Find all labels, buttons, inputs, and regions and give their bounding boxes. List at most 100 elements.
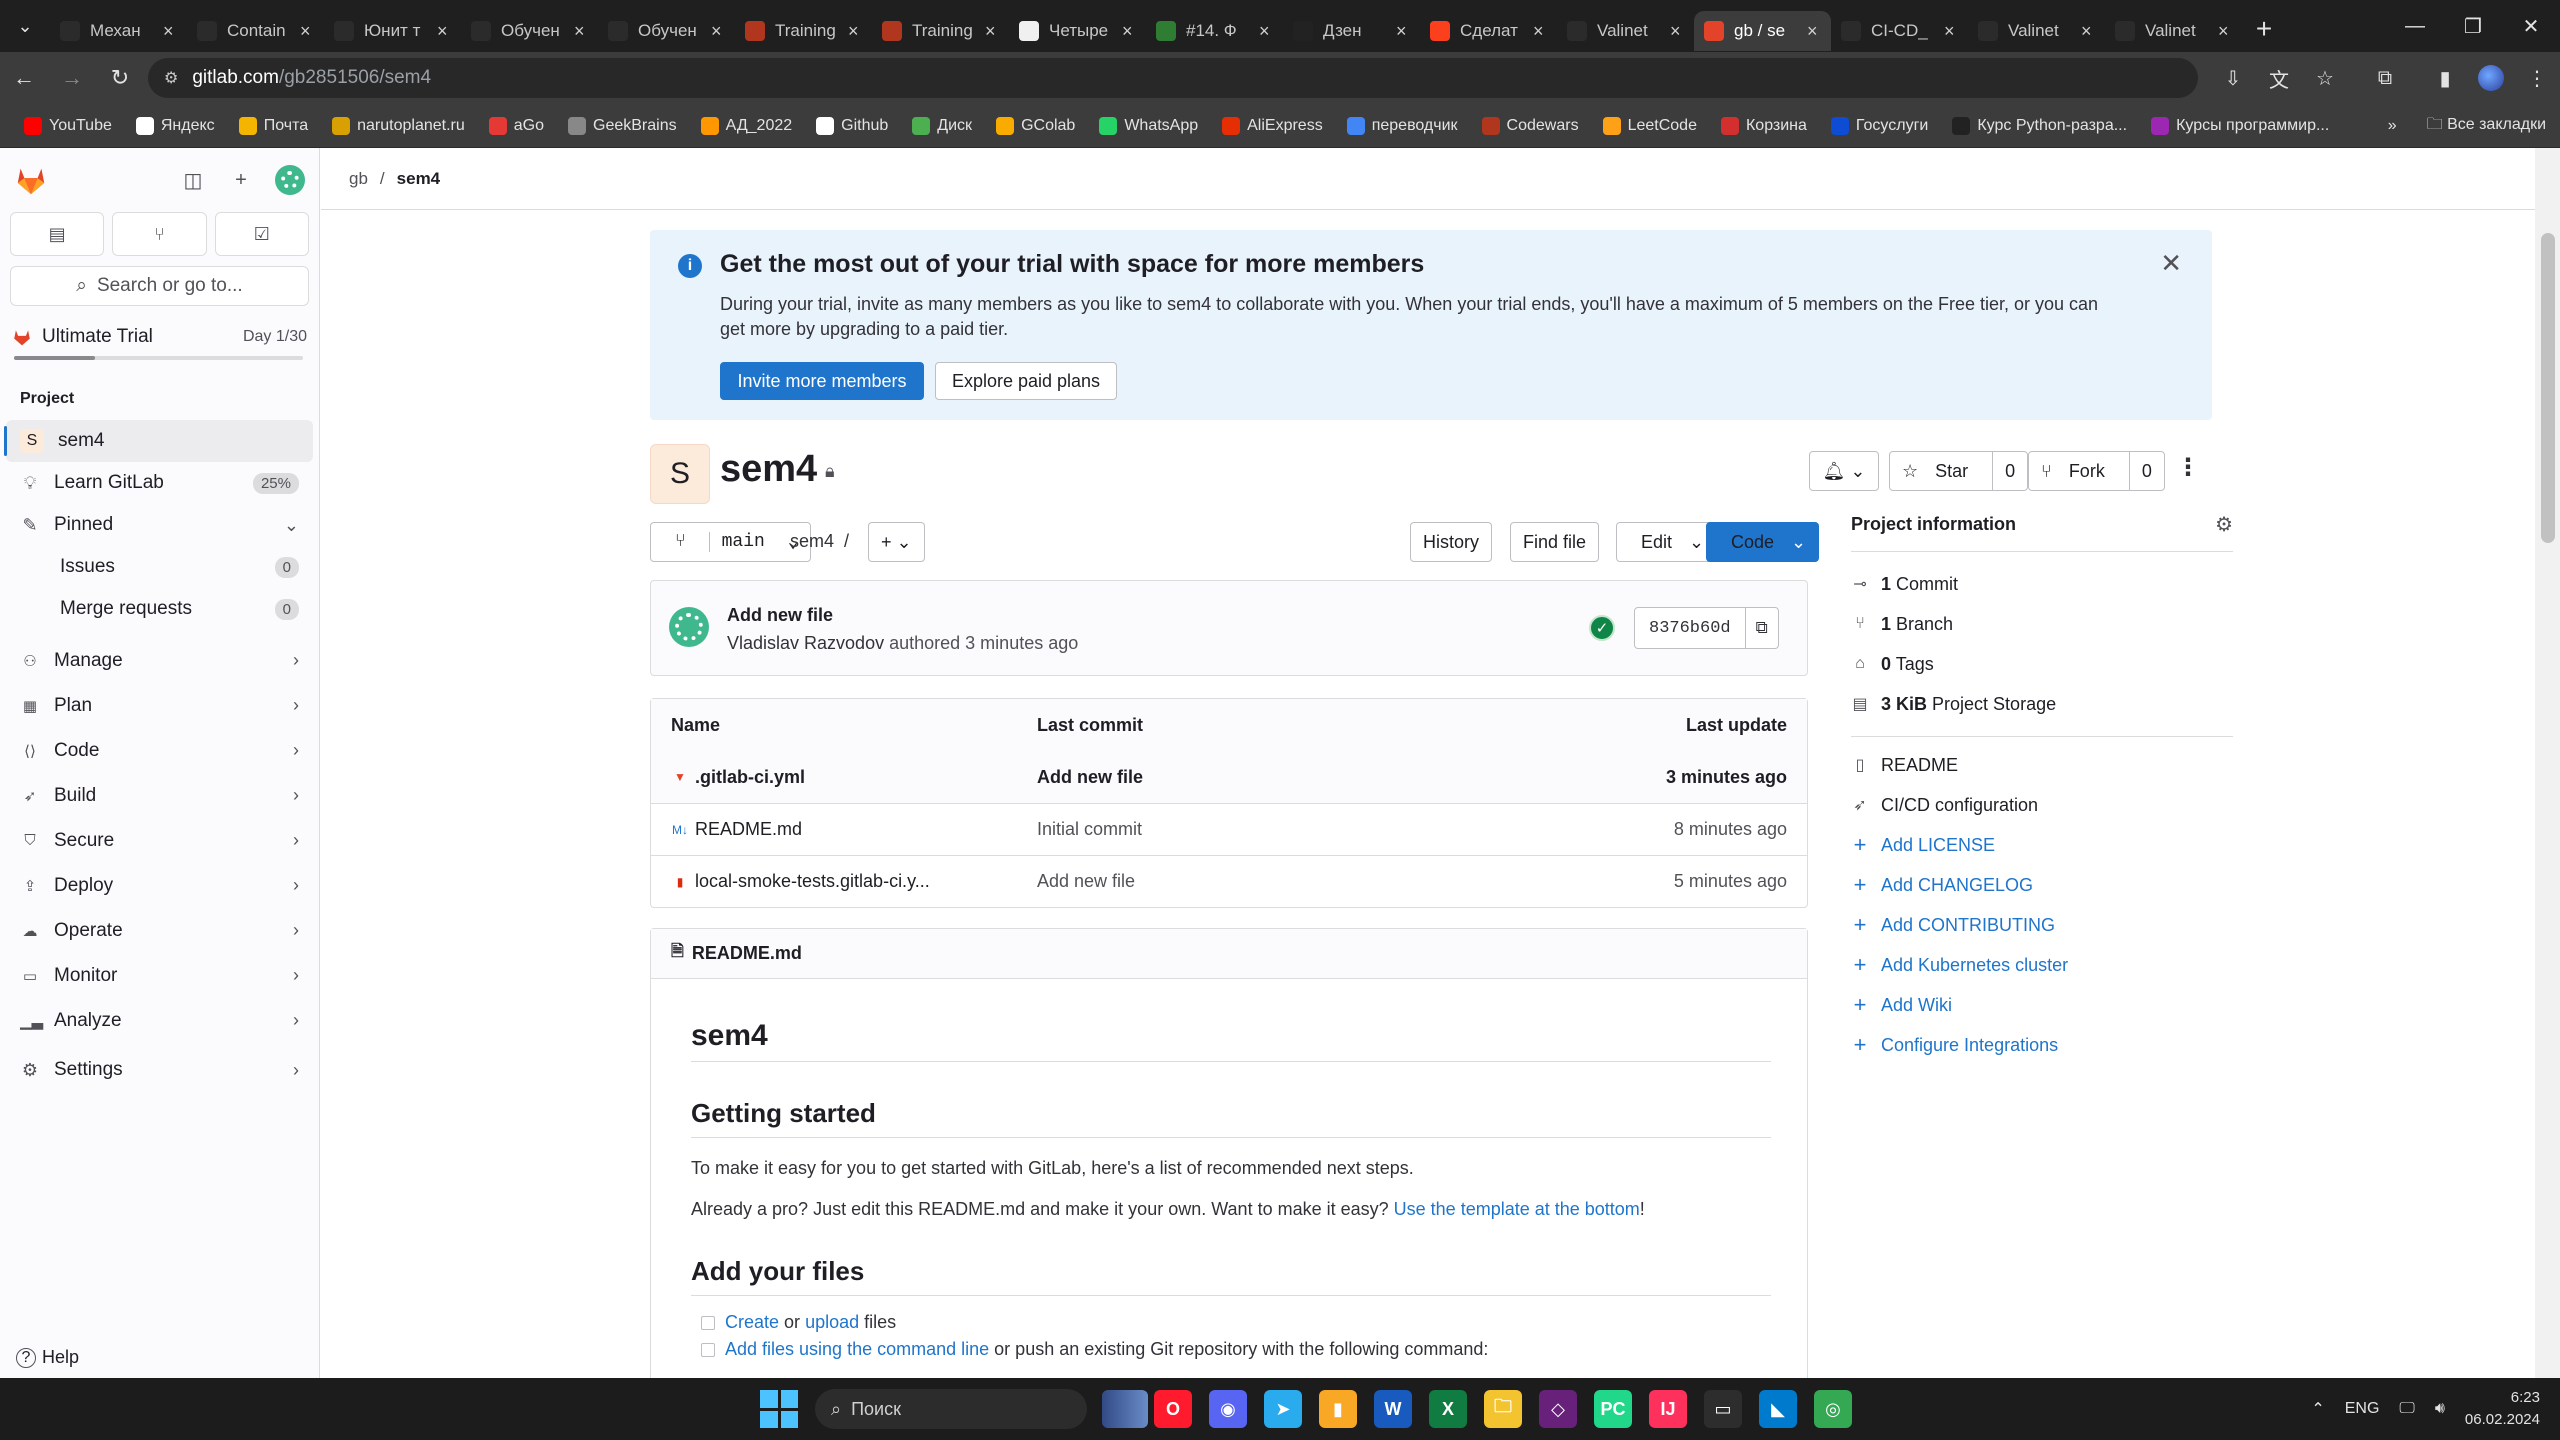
sidebar-item-project[interactable]: S sem4	[4, 420, 313, 462]
bookmark-item[interactable]: WhatsApp	[1087, 116, 1210, 135]
user-avatar[interactable]	[275, 165, 305, 195]
intellij-icon[interactable]: IJ	[1649, 1390, 1687, 1428]
taskbar-search[interactable]: ⌕ Поиск	[815, 1389, 1087, 1429]
menu-icon[interactable]: ⋮	[2514, 55, 2560, 101]
bookmark-item[interactable]: narutoplanet.ru	[320, 116, 477, 135]
close-tab-icon[interactable]: ×	[1807, 21, 1821, 42]
close-tab-icon[interactable]: ×	[163, 21, 177, 42]
bookmark-item[interactable]: aGo	[477, 116, 556, 135]
bookmark-item[interactable]: Github	[804, 116, 900, 135]
browser-tab[interactable]: Обучен ×	[598, 11, 735, 51]
network-icon[interactable]: 🖵︎	[2399, 1400, 2414, 1418]
task-checkbox[interactable]	[701, 1315, 715, 1330]
sidebar-item-build[interactable]: ➶ Build ›	[6, 773, 313, 818]
vscode-icon[interactable]: ◣	[1759, 1390, 1797, 1428]
close-tab-icon[interactable]: ×	[1670, 21, 1684, 42]
gitlab-logo[interactable]	[14, 163, 48, 197]
star-button[interactable]: ☆ Star	[1890, 452, 1992, 490]
pipeline-passed-icon[interactable]: ✓	[1589, 615, 1615, 641]
bookmark-item[interactable]: АД_2022	[689, 116, 805, 135]
browser-tab[interactable]: Contain ×	[187, 11, 324, 51]
add-to-tree-dropdown[interactable]: + ⌄	[868, 522, 925, 562]
browser-tab[interactable]: Четыре ×	[1009, 11, 1146, 51]
reload-icon[interactable]: ↻	[96, 54, 144, 102]
word-icon[interactable]: W	[1374, 1390, 1412, 1428]
bookmark-star-icon[interactable]: ☆	[2302, 55, 2348, 101]
close-tab-icon[interactable]: ×	[1396, 21, 1410, 42]
project-stat-commit[interactable]: ⊸ 1 Commit	[1851, 564, 2233, 604]
clock[interactable]: 6:23 06.02.2024	[2465, 1387, 2540, 1431]
commit-title[interactable]: Add new file	[727, 605, 833, 626]
bookmark-item[interactable]: Яндекс	[124, 116, 227, 135]
file-name[interactable]: README.md	[695, 819, 802, 840]
browser-tab[interactable]: Механ ×	[50, 11, 187, 51]
close-tab-icon[interactable]: ×	[437, 21, 451, 42]
sidebar-item-issues[interactable]: Issues 0	[6, 546, 313, 588]
add-link[interactable]: + Add CONTRIBUTING	[1851, 905, 2233, 945]
bookmark-item[interactable]: Курсы программир...	[2139, 116, 2341, 135]
browser-tab[interactable]: CI-CD_ ×	[1831, 11, 1968, 51]
start-button[interactable]	[760, 1390, 798, 1428]
project-stat-tags[interactable]: ⌂ 0 Tags	[1851, 644, 2233, 684]
close-tab-icon[interactable]: ×	[1259, 21, 1273, 42]
commit-sha[interactable]: 8376b60d	[1635, 608, 1745, 648]
add-link[interactable]: + Add Kubernetes cluster	[1851, 945, 2233, 985]
edit-dropdown[interactable]: Edit ⌄	[1616, 522, 1718, 562]
minimize-icon[interactable]: —	[2386, 0, 2444, 52]
code-dropdown[interactable]: Code ⌄	[1706, 522, 1820, 562]
bookmark-item[interactable]: Госуслуги	[1819, 116, 1940, 135]
opera-icon[interactable]: O	[1154, 1390, 1192, 1428]
commit-author[interactable]: Vladislav Razvodov	[727, 633, 884, 653]
address-bar[interactable]: ⚙ gitlab.com/gb2851506/sem4	[148, 58, 2198, 98]
file-name[interactable]: local-smoke-tests.gitlab-ci.y...	[695, 871, 930, 892]
project-stat-project-storage[interactable]: ▤ 3 KiB Project Storage	[1851, 684, 2233, 724]
browser-tab[interactable]: Valinet ×	[1557, 11, 1694, 51]
bookmark-item[interactable]: Диск	[900, 116, 984, 135]
bookmark-item[interactable]: AliExpress	[1210, 116, 1335, 135]
branch-selector[interactable]: ⑂ main ⌄	[650, 522, 812, 562]
sidebar-item-pinned[interactable]: ✎ Pinned ⌄	[6, 504, 313, 546]
restore-icon[interactable]: ❐	[2444, 0, 2502, 52]
scrollbar-thumb[interactable]	[2541, 233, 2555, 543]
site-info-icon[interactable]: ⚙	[164, 68, 178, 88]
table-row[interactable]: ▮ local-smoke-tests.gitlab-ci.y... Add new…	[651, 855, 1807, 907]
breadcrumb-group[interactable]: gb	[349, 169, 368, 189]
readme-filename[interactable]: README.md	[692, 943, 802, 964]
close-tab-icon[interactable]: ×	[2218, 21, 2232, 42]
close-tab-icon[interactable]: ×	[300, 21, 314, 42]
project-doc-link[interactable]: ▯ README	[1851, 745, 2233, 785]
sidebar-item-secure[interactable]: ⛉ Secure ›	[6, 818, 313, 863]
explorer-icon[interactable]: 🗀	[1484, 1390, 1522, 1428]
close-tab-icon[interactable]: ×	[1533, 21, 1547, 42]
history-button[interactable]: History	[1410, 522, 1493, 562]
browser-tab[interactable]: Training ×	[735, 11, 872, 51]
file-last-commit[interactable]: Add new file	[1037, 871, 1537, 892]
create-link[interactable]: Create	[725, 1312, 779, 1332]
add-link[interactable]: + Add LICENSE	[1851, 825, 2233, 865]
close-tab-icon[interactable]: ×	[711, 21, 725, 42]
browser-tab[interactable]: #14. Ф ×	[1146, 11, 1283, 51]
sidebar-item-code[interactable]: ⟨⟩ Code ›	[6, 728, 313, 773]
browser-tab[interactable]: Valinet ×	[2105, 11, 2242, 51]
more-bookmarks-icon[interactable]: »	[2388, 117, 2397, 135]
bookmark-item[interactable]: Codewars	[1470, 116, 1591, 135]
repo-path-root[interactable]: sem4	[790, 531, 834, 551]
add-link[interactable]: + Configure Integrations	[1851, 1025, 2233, 1065]
help-button[interactable]: ? Help	[16, 1347, 79, 1368]
close-tab-icon[interactable]: ×	[848, 21, 862, 42]
browser-tab[interactable]: Юнит т ×	[324, 11, 461, 51]
upload-link[interactable]: upload	[805, 1312, 859, 1332]
side-panel-icon[interactable]: ▮	[2422, 55, 2468, 101]
project-doc-link[interactable]: ➶ CI/CD configuration	[1851, 785, 2233, 825]
bookmark-item[interactable]: GeekBrains	[556, 116, 689, 135]
close-tab-icon[interactable]: ×	[1944, 21, 1958, 42]
sidebar-item-analyze[interactable]: ▁▃ Analyze ›	[6, 998, 313, 1043]
todo-count-icon[interactable]: ☑	[214, 212, 309, 256]
fork-button[interactable]: ⑂ Fork	[2029, 452, 2129, 490]
install-app-icon[interactable]: ⇩	[2210, 55, 2256, 101]
chrome-icon[interactable]: ◎	[1814, 1390, 1852, 1428]
sidebar-item-plan[interactable]: ▦ Plan ›	[6, 683, 313, 728]
browser-tab[interactable]: Сделат ×	[1420, 11, 1557, 51]
task-checkbox[interactable]	[701, 1342, 715, 1357]
close-tab-icon[interactable]: ×	[1122, 21, 1136, 42]
